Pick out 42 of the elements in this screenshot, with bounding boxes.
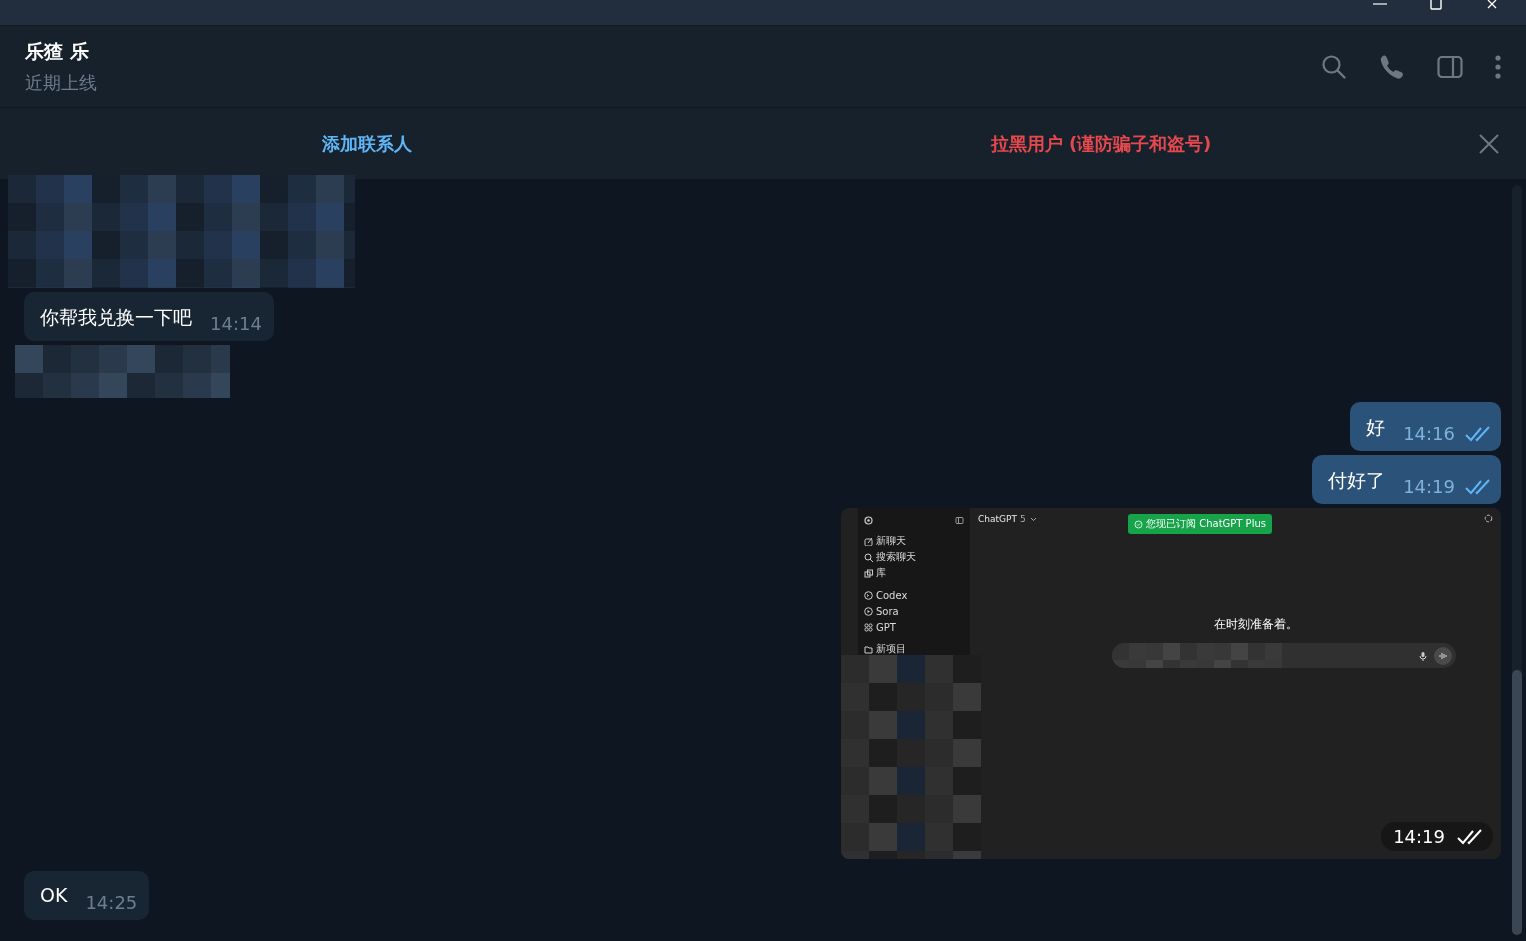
- subscription-badge: 您现已订阅 ChatGPT Plus: [1128, 514, 1272, 534]
- message-text: 你帮我兑换一下吧: [40, 305, 192, 330]
- voice-icon: [1433, 646, 1452, 665]
- headline-text: 在时刻准备着。: [1213, 616, 1298, 633]
- sidebar-item: Codex: [858, 587, 970, 603]
- folder-icon: [864, 644, 873, 654]
- search-icon: [864, 552, 873, 562]
- model-selector: ChatGPT 5: [978, 514, 1128, 524]
- play-icon: [864, 606, 873, 616]
- logo-icon: [864, 516, 873, 525]
- loading-circle-icon: [1484, 514, 1493, 523]
- message-time: 14:14: [210, 313, 262, 334]
- stacked-squares-icon: [864, 568, 873, 578]
- message-text: OK: [40, 883, 68, 906]
- screenshot-image[interactable]: 新聊天 搜索聊天 库 Codex Sora GPT 新项目 ChatGPT 5 您现已订阅 ChatGPT Plus 在时刻准备着。 14:19: [841, 508, 1501, 859]
- search-icon[interactable]: [1320, 52, 1348, 81]
- maximize-icon[interactable]: [1428, 0, 1444, 10]
- scrollbar-thumb[interactable]: [1512, 670, 1522, 935]
- check-circle-icon: [1134, 519, 1143, 529]
- message-time: 14:25: [85, 892, 138, 913]
- more-icon[interactable]: [1494, 52, 1502, 81]
- scrollbar[interactable]: [1512, 185, 1522, 935]
- sidebar-item: Sora: [858, 603, 970, 619]
- message-time: 14:19: [1403, 476, 1455, 497]
- edit-icon: [864, 536, 873, 546]
- sidebar-toggle-icon: [955, 516, 964, 525]
- last-seen-status: 近期上线: [25, 70, 98, 95]
- message-time: 14:19: [1381, 822, 1493, 851]
- block-user-button[interactable]: 拉黑用户 (谨防骗子和盗号): [982, 123, 1220, 164]
- terminal-circle-icon: [864, 590, 873, 600]
- message-text: 付好了: [1328, 468, 1386, 493]
- sidebar-item: GPT: [858, 619, 970, 635]
- grid-icon: [864, 622, 873, 632]
- sidebar-item: 库: [858, 565, 970, 581]
- sidebar-item: 搜索聊天: [858, 549, 970, 565]
- sidebar-item: 新聊天: [858, 533, 970, 549]
- message-time: 14:16: [1403, 423, 1455, 444]
- message-text: 好: [1366, 415, 1386, 440]
- sidebar-item: 新项目: [858, 641, 970, 657]
- microphone-icon: [1417, 650, 1428, 661]
- add-contact-button[interactable]: 添加联系人: [314, 123, 420, 164]
- contact-name: 乐猹 乐: [25, 38, 90, 64]
